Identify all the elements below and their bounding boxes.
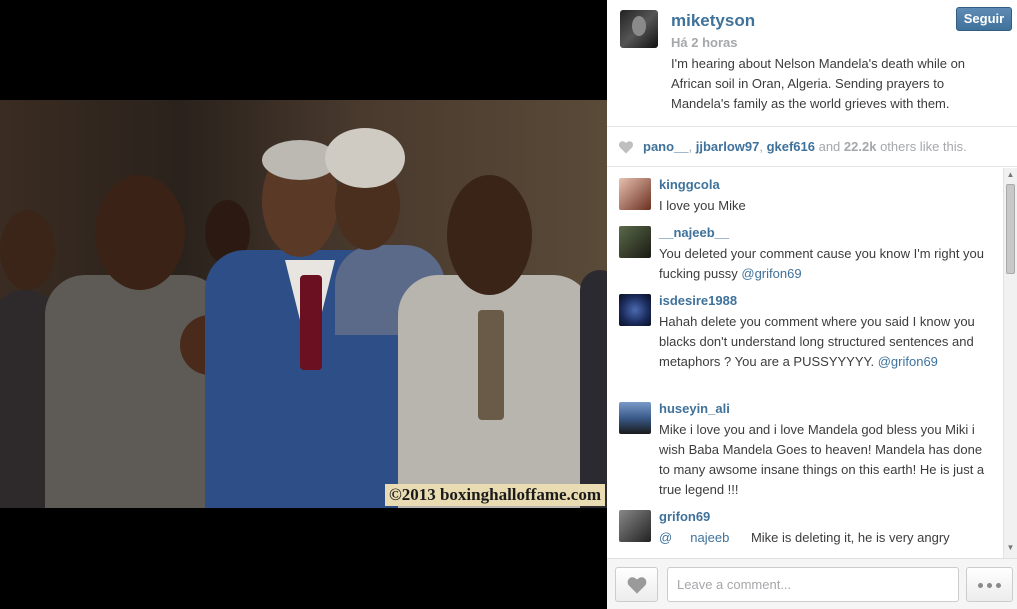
comment-item: __najeeb__ You deleted your comment caus… — [607, 216, 1002, 284]
post-caption: I'm hearing about Nelson Mandela's death… — [671, 56, 966, 111]
photo-watermark: ©2013 boxinghalloffame.com — [385, 484, 605, 506]
comment-text: @ najeeb Mike is deleting it, he is very… — [659, 530, 950, 545]
liker-link[interactable]: gkef616 — [767, 139, 815, 154]
scroll-up-arrow-icon[interactable]: ▲ — [1004, 170, 1017, 182]
scroll-down-arrow-icon[interactable]: ▼ — [1004, 543, 1017, 555]
figure-right-edge — [580, 270, 607, 508]
commenter-username[interactable]: isdesire1988 — [659, 293, 737, 308]
comment-text: Hahah delete you comment where you said … — [659, 314, 975, 369]
figure-king-hair — [325, 128, 405, 188]
figure-leonard-tie — [478, 310, 504, 420]
post-photo[interactable]: ©2013 boxinghalloffame.com — [0, 100, 607, 508]
commenter-username[interactable]: __najeeb__ — [659, 225, 729, 240]
comment-mention[interactable]: @ najeeb — [659, 530, 729, 545]
heart-icon — [627, 577, 647, 594]
comment-item: kinggcola I love you Mike — [607, 168, 1002, 216]
comments-scrollbar[interactable]: ▲ ▼ — [1003, 168, 1017, 558]
comment-text: I love you Mike — [659, 198, 746, 213]
like-button[interactable] — [615, 567, 658, 602]
comment-text: Mike i love you and i love Mandela god b… — [659, 422, 985, 497]
liker-link[interactable]: pano__ — [643, 139, 689, 154]
figure-leonard-head — [447, 175, 532, 295]
comment-item: huseyin_ali Mike i love you and i love M… — [607, 392, 1002, 500]
likes-bar: pano__, jjbarlow97, gkef616 and 22.2k ot… — [607, 126, 1017, 167]
liker-link[interactable]: jjbarlow97 — [696, 139, 760, 154]
comment-input[interactable] — [667, 567, 959, 602]
commenter-avatar[interactable] — [619, 510, 651, 542]
photo-pane: ©2013 boxinghalloffame.com — [0, 0, 607, 609]
figure-left-edge-head — [0, 210, 55, 290]
comment-item: isdesire1988 Hahah delete you comment wh… — [607, 284, 1002, 392]
comment-mention[interactable]: @grifon69 — [741, 266, 801, 281]
commenter-avatar[interactable] — [619, 178, 651, 210]
commenter-username[interactable]: kinggcola — [659, 177, 720, 192]
commenter-avatar[interactable] — [619, 294, 651, 326]
figure-mandela-tie — [300, 275, 322, 370]
more-options-button[interactable] — [966, 567, 1013, 602]
commenter-username[interactable]: grifon69 — [659, 509, 710, 524]
commenter-username[interactable]: huseyin_ali — [659, 401, 730, 416]
figure-tyson-suit — [45, 275, 225, 508]
comment-mention[interactable]: @grifon69 — [878, 354, 938, 369]
likes-count[interactable]: 22.2k — [844, 139, 877, 154]
author-avatar[interactable] — [620, 10, 658, 48]
figure-tyson-head — [95, 175, 185, 290]
author-username[interactable]: miketyson — [671, 11, 755, 31]
heart-icon — [618, 141, 634, 154]
post-timestamp: Há 2 horas — [671, 35, 738, 50]
comment-text: You deleted your comment cause you know … — [659, 246, 985, 281]
likes-summary: pano__, jjbarlow97, gkef616 and 22.2k ot… — [643, 139, 967, 154]
post-panel: miketyson Há 2 horas I'm hearing about N… — [607, 0, 1017, 609]
commenter-avatar[interactable] — [619, 226, 651, 258]
post-header: miketyson Há 2 horas I'm hearing about N… — [607, 0, 1017, 126]
commenter-avatar[interactable] — [619, 402, 651, 434]
comment-item: grifon69 @ najeeb Mike is deleting it, h… — [607, 500, 1002, 558]
comment-footer — [607, 558, 1017, 609]
follow-button[interactable]: Seguir — [956, 7, 1012, 31]
comments-list: kinggcola I love you Mike __najeeb__ You… — [607, 168, 1017, 558]
scroll-thumb[interactable] — [1006, 184, 1015, 274]
